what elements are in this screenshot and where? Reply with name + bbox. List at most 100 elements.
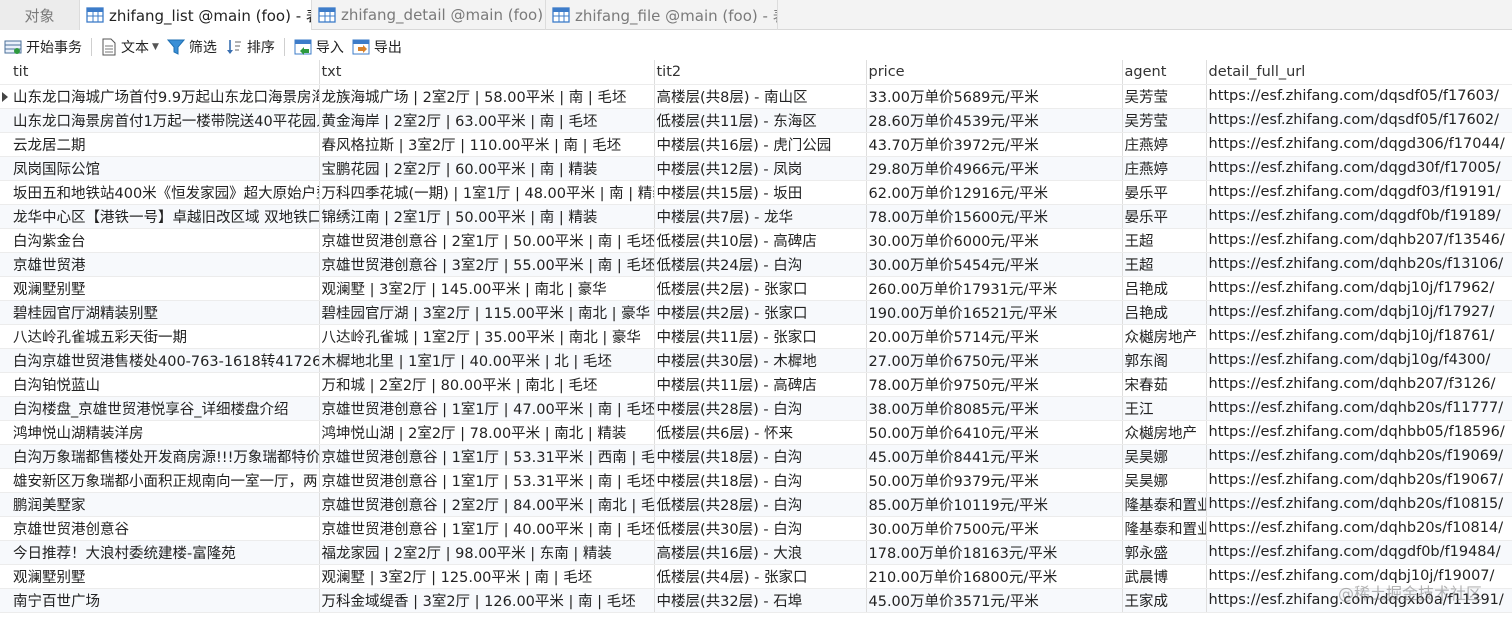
cell-tit2[interactable]: 低楼层(共4层) - 张家口	[654, 564, 867, 589]
cell-price[interactable]: 29.80万单价4966元/平米	[866, 156, 1123, 181]
cell-agent[interactable]: 庄燕婷	[1122, 132, 1207, 157]
cell-tit2[interactable]: 中楼层(共11层) - 高碑店	[654, 372, 867, 397]
cell-detail-url[interactable]: https://esf.zhifang.com/dqbj10j/f17962/	[1206, 276, 1512, 301]
cell-tit[interactable]: 观澜墅别墅	[0, 276, 320, 301]
begin-transaction-button[interactable]: 开始事务	[0, 34, 86, 60]
cell-tit2[interactable]: 高楼层(共16层) - 大浪	[654, 540, 867, 565]
cell-agent[interactable]: 吴昊娜	[1122, 444, 1207, 469]
cell-agent[interactable]: 晏乐平	[1122, 180, 1207, 205]
table-row[interactable]: 白沟京雄世贸港售楼处400-763-1618转41726 木樨地北里 | 1室1厅…	[0, 348, 1512, 373]
cell-tit[interactable]: 观澜墅别墅	[0, 564, 320, 589]
table-row[interactable]: 京雄世贸港创意谷 京雄世贸港创意谷 | 1室1厅 | 40.00平米 | 南 | …	[0, 516, 1512, 541]
cell-agent[interactable]: 郭东阁	[1122, 348, 1207, 373]
cell-tit2[interactable]: 中楼层(共2层) - 张家口	[654, 300, 867, 325]
table-row[interactable]: 白沟紫金台 京雄世贸港创意谷 | 2室1厅 | 50.00平米 | 南 | 毛坯低…	[0, 228, 1512, 253]
cell-agent[interactable]: 隆基泰和置业	[1122, 516, 1207, 541]
cell-agent[interactable]: 王超	[1122, 252, 1207, 277]
cell-detail-url[interactable]: https://esf.zhifang.com/dqhb20s/f10814/	[1206, 516, 1512, 541]
cell-detail-url[interactable]: https://esf.zhifang.com/dqhb20s/f11777/	[1206, 396, 1512, 421]
cell-price[interactable]: 50.00万单价9379元/平米	[866, 468, 1123, 493]
cell-tit[interactable]: 鹏润美墅家	[0, 492, 320, 517]
cell-price[interactable]: 20.00万单价5714元/平米	[866, 324, 1123, 349]
cell-tit2[interactable]: 中楼层(共7层) - 龙华	[654, 204, 867, 229]
cell-detail-url[interactable]: https://esf.zhifang.com/dqhb207/f3126/	[1206, 372, 1512, 397]
cell-tit[interactable]: 白沟楼盘_京雄世贸港悦享谷_详细楼盘介绍	[0, 396, 320, 421]
tab-zhifang-list[interactable]: zhifang_list @main (foo) - 表	[80, 0, 312, 30]
cell-detail-url[interactable]: https://esf.zhifang.com/dqbj10g/f4300/	[1206, 348, 1512, 373]
table-row[interactable]: 碧桂园官厅湖精装别墅 碧桂园官厅湖 | 3室2厅 | 115.00平米 | 南北 …	[0, 300, 1512, 325]
cell-tit[interactable]: 龙华中心区【港铁一号】卓越旧改区域 双地铁口	[0, 204, 320, 229]
cell-agent[interactable]: 隆基泰和置业	[1122, 492, 1207, 517]
cell-agent[interactable]: 吕艳成	[1122, 276, 1207, 301]
cell-tit2[interactable]: 中楼层(共18层) - 白沟	[654, 468, 867, 493]
cell-agent[interactable]: 武晨博	[1122, 564, 1207, 589]
cell-tit[interactable]: 南宁百世广场	[0, 588, 320, 613]
cell-detail-url[interactable]: https://esf.zhifang.com/dqhbb05/f18596/	[1206, 420, 1512, 445]
cell-price[interactable]: 85.00万单价10119元/平米	[866, 492, 1123, 517]
cell-tit2[interactable]: 中楼层(共18层) - 白沟	[654, 444, 867, 469]
table-row[interactable]: 白沟铂悦蓝山 万和城 | 2室2厅 | 80.00平米 | 南北 | 毛坯 中楼层(…	[0, 372, 1512, 397]
table-row[interactable]: 山东龙口海城广场首付9.9万起山东龙口海景房海 龙族海城广场 | 2室2厅 | 5…	[0, 84, 1512, 109]
cell-txt[interactable]: 春风格拉斯 | 3室2厅 | 110.00平米 | 南 | 毛坯	[319, 132, 655, 157]
cell-txt[interactable]: 万和城 | 2室2厅 | 80.00平米 | 南北 | 毛坯	[319, 372, 655, 397]
column-header-txt[interactable]: txt	[319, 60, 655, 85]
cell-detail-url[interactable]: https://esf.zhifang.com/dqhb207/f13546/	[1206, 228, 1512, 253]
text-button[interactable]: 文本 ▼	[97, 34, 163, 60]
cell-price[interactable]: 260.00万单价17931元/平米	[866, 276, 1123, 301]
cell-tit[interactable]: 白沟万象瑞都售楼处开发商房源!!!万象瑞都特价	[0, 444, 320, 469]
cell-txt[interactable]: 福龙家园 | 2室2厅 | 98.00平米 | 东南 | 精装	[319, 540, 655, 565]
table-row[interactable]: 云龙居二期 春风格拉斯 | 3室2厅 | 110.00平米 | 南 | 毛坯 中楼层…	[0, 132, 1512, 157]
cell-agent[interactable]: 众樾房地产	[1122, 420, 1207, 445]
cell-txt[interactable]: 黄金海岸 | 2室2厅 | 63.00平米 | 南 | 毛坯	[319, 108, 655, 133]
cell-tit2[interactable]: 中楼层(共32层) - 石埠	[654, 588, 867, 613]
cell-detail-url[interactable]: https://esf.zhifang.com/dqgd306/f17044/	[1206, 132, 1512, 157]
cell-tit[interactable]: 凤岗国际公馆	[0, 156, 320, 181]
cell-price[interactable]: 78.00万单价9750元/平米	[866, 372, 1123, 397]
cell-txt[interactable]: 京雄世贸港创意谷 | 1室1厅 | 40.00平米 | 南 | 毛坯	[319, 516, 655, 541]
cell-tit[interactable]: 京雄世贸港	[0, 252, 320, 277]
cell-tit2[interactable]: 中楼层(共12层) - 凤岗	[654, 156, 867, 181]
table-row[interactable]: 观澜墅别墅 观澜墅 | 3室2厅 | 145.00平米 | 南北 | 豪华 低楼层(…	[0, 276, 1512, 301]
cell-txt[interactable]: 京雄世贸港创意谷 | 2室2厅 | 84.00平米 | 南北 | 毛坯	[319, 492, 655, 517]
cell-txt[interactable]: 京雄世贸港创意谷 | 3室2厅 | 55.00平米 | 南 | 毛坯	[319, 252, 655, 277]
cell-tit[interactable]: 今日推荐！大浪村委统建楼-富隆苑	[0, 540, 320, 565]
cell-tit2[interactable]: 低楼层(共10层) - 高碑店	[654, 228, 867, 253]
cell-txt[interactable]: 观澜墅 | 3室2厅 | 125.00平米 | 南 | 毛坯	[319, 564, 655, 589]
table-row[interactable]: 白沟楼盘_京雄世贸港悦享谷_详细楼盘介绍 京雄世贸港创意谷 | 1室1厅 | 47…	[0, 396, 1512, 421]
cell-tit[interactable]: 八达岭孔雀城五彩天街一期	[0, 324, 320, 349]
cell-price[interactable]: 28.60万单价4539元/平米	[866, 108, 1123, 133]
cell-agent[interactable]: 吴昊娜	[1122, 468, 1207, 493]
cell-tit2[interactable]: 中楼层(共11层) - 张家口	[654, 324, 867, 349]
cell-detail-url[interactable]: https://esf.zhifang.com/dqbj10j/f18761/	[1206, 324, 1512, 349]
table-row[interactable]: 鸿坤悦山湖精装洋房 鸿坤悦山湖 | 2室2厅 | 78.00平米 | 南北 | 精…	[0, 420, 1512, 445]
cell-tit[interactable]: 坂田五和地铁站400米《恒发家园》超大原始户型	[0, 180, 320, 205]
cell-txt[interactable]: 万科四季花城(一期) | 1室1厅 | 48.00平米 | 南 | 精装	[319, 180, 655, 205]
cell-tit[interactable]: 白沟京雄世贸港售楼处400-763-1618转41726	[0, 348, 320, 373]
table-row[interactable]: 观澜墅别墅 观澜墅 | 3室2厅 | 125.00平米 | 南 | 毛坯 低楼层(共…	[0, 564, 1512, 589]
column-header-tit[interactable]: tit	[0, 60, 320, 85]
cell-price[interactable]: 78.00万单价15600元/平米	[866, 204, 1123, 229]
cell-agent[interactable]: 庄燕婷	[1122, 156, 1207, 181]
cell-txt[interactable]: 宝鹏花园 | 2室2厅 | 60.00平米 | 南 | 精装	[319, 156, 655, 181]
cell-detail-url[interactable]: https://esf.zhifang.com/dqsdf05/f17603/	[1206, 84, 1512, 109]
cell-txt[interactable]: 龙族海城广场 | 2室2厅 | 58.00平米 | 南 | 毛坯	[319, 84, 655, 109]
cell-price[interactable]: 178.00万单价18163元/平米	[866, 540, 1123, 565]
table-row[interactable]: 凤岗国际公馆 宝鹏花园 | 2室2厅 | 60.00平米 | 南 | 精装 中楼层(…	[0, 156, 1512, 181]
cell-agent[interactable]: 王江	[1122, 396, 1207, 421]
cell-agent[interactable]: 王超	[1122, 228, 1207, 253]
column-header-detail-full-url[interactable]: detail_full_url	[1206, 60, 1512, 85]
cell-agent[interactable]: 郭永盛	[1122, 540, 1207, 565]
cell-txt[interactable]: 京雄世贸港创意谷 | 1室1厅 | 53.31平米 | 西南 | 毛坯	[319, 444, 655, 469]
cell-detail-url[interactable]: https://esf.zhifang.com/dqgd30f/f17005/	[1206, 156, 1512, 181]
cell-tit2[interactable]: 低楼层(共30层) - 白沟	[654, 516, 867, 541]
filter-button[interactable]: 筛选	[163, 34, 221, 60]
column-header-agent[interactable]: agent	[1122, 60, 1207, 85]
tab-zhifang-file[interactable]: zhifang_file @main (foo) - 表	[546, 0, 778, 30]
cell-price[interactable]: 210.00万单价16800元/平米	[866, 564, 1123, 589]
column-header-tit2[interactable]: tit2	[654, 60, 867, 85]
cell-tit[interactable]: 鸿坤悦山湖精装洋房	[0, 420, 320, 445]
cell-txt[interactable]: 锦绣江南 | 2室1厅 | 50.00平米 | 南 | 精装	[319, 204, 655, 229]
cell-price[interactable]: 50.00万单价6410元/平米	[866, 420, 1123, 445]
cell-detail-url[interactable]: https://esf.zhifang.com/dqhb20s/f19067/	[1206, 468, 1512, 493]
cell-price[interactable]: 30.00万单价6000元/平米	[866, 228, 1123, 253]
